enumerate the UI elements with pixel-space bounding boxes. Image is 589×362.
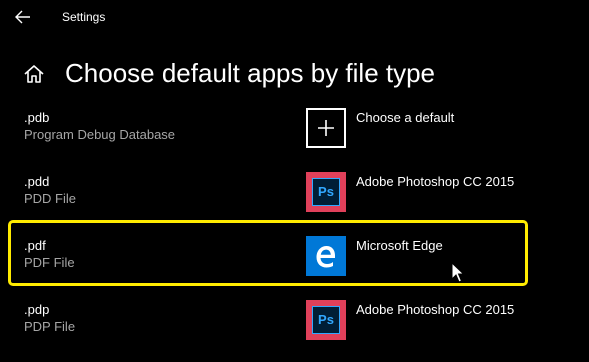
default-app-name: Microsoft Edge (356, 238, 443, 253)
page-title: Choose default apps by file type (65, 58, 436, 88)
default-app-name: Choose a default (356, 110, 455, 125)
title-bar: Settings (0, 0, 589, 34)
file-extension: .pdf (24, 238, 46, 253)
back-arrow-icon (15, 10, 30, 24)
choose-default-button[interactable]: Choose a default (306, 108, 576, 150)
plus-icon (306, 108, 346, 148)
default-app-name: Adobe Photoshop CC 2015 (356, 302, 515, 317)
file-extension: .pdb (24, 110, 50, 125)
file-type-row-highlighted: .pdf PDF File Microsoft Edge (0, 236, 589, 298)
file-type-row: .pdd PDD File Ps Adobe Photoshop CC 2015 (0, 172, 589, 234)
file-type-row: .pdp PDP File Ps Adobe Photoshop CC 2015 (0, 300, 589, 362)
home-icon (24, 65, 44, 83)
default-app-name: Adobe Photoshop CC 2015 (356, 174, 515, 189)
photoshop-icon-text: Ps (318, 312, 334, 327)
file-description: PDF File (24, 255, 75, 270)
file-type-row: .pdb Program Debug Database Choose a def… (0, 108, 589, 170)
default-app-button[interactable]: Microsoft Edge (306, 236, 576, 278)
window-title: Settings (62, 10, 106, 24)
photoshop-icon: Ps (306, 172, 346, 212)
default-app-button[interactable]: Ps Adobe Photoshop CC 2015 (306, 300, 576, 342)
file-description: PDP File (24, 319, 76, 334)
edge-icon (306, 236, 346, 276)
photoshop-icon: Ps (306, 300, 346, 340)
home-button[interactable] (22, 62, 46, 86)
back-button[interactable] (12, 7, 34, 27)
file-description: PDD File (24, 191, 77, 206)
file-extension: .pdp (24, 302, 50, 317)
default-app-button[interactable]: Ps Adobe Photoshop CC 2015 (306, 172, 576, 214)
file-extension: .pdd (24, 174, 50, 189)
file-description: Program Debug Database (24, 127, 176, 142)
photoshop-icon-text: Ps (318, 184, 334, 199)
